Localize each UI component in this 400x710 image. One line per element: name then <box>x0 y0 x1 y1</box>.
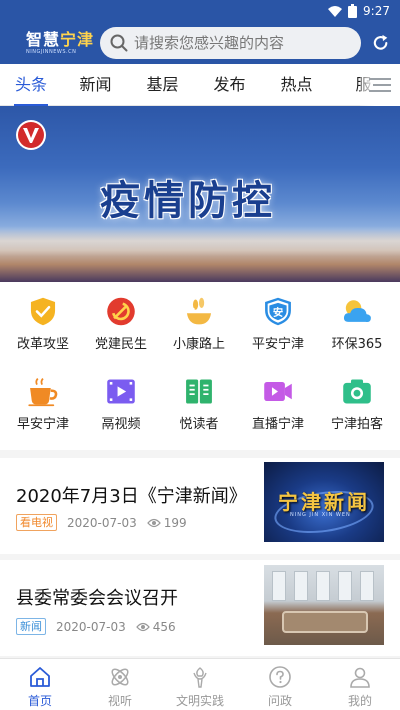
grid-item-label: 直播宁津 <box>251 417 304 432</box>
grid-item-label: 环保365 <box>331 337 383 352</box>
tab-grassroots[interactable]: 基层 <box>129 64 196 106</box>
grid-item-label: 改革攻坚 <box>16 337 69 352</box>
thumb-window <box>272 571 286 601</box>
party-emblem-icon <box>107 297 135 326</box>
video-camera-icon <box>264 382 292 401</box>
thumb-window <box>360 571 374 601</box>
thumb-subtitle: NING JIN XIN WEN <box>290 512 351 518</box>
grid-item-label: 平安宁津 <box>251 337 304 352</box>
news-views: 199 <box>146 515 187 530</box>
news-date: 2020-07-03 <box>67 515 137 530</box>
grid-item-reform[interactable]: 改革攻坚 <box>3 282 83 352</box>
safety-shield-icon: 安 <box>265 297 291 326</box>
hero-banner[interactable]: 疫情防控 <box>0 106 400 282</box>
svg-text:安: 安 <box>273 306 283 319</box>
tab-headlines[interactable]: 头条 <box>0 64 62 106</box>
grid-item-label: 党建民生 <box>94 337 147 352</box>
thumb-title: 宁津新闻 <box>278 490 370 514</box>
news-item[interactable]: 县委常委会会议召开 新闻 2020-07-03 456 <box>0 560 400 656</box>
grid-item-safety[interactable]: 安 平安宁津 <box>238 282 318 352</box>
wifi-icon <box>328 5 343 17</box>
news-meta: 看电视 2020-07-03 199 <box>16 514 187 531</box>
battery-icon <box>348 4 358 18</box>
grid-item-label: 早安宁津 <box>16 417 69 432</box>
grid-item-live[interactable]: 直播宁津 <box>238 362 318 432</box>
logo-subtitle: NINGJINNEWS.CN <box>26 49 77 55</box>
logo-text-a: 智慧 <box>26 30 61 49</box>
menu-icon <box>369 78 391 92</box>
wheat-bowl-icon <box>186 297 212 325</box>
tab-release[interactable]: 发布 <box>196 64 263 106</box>
question-icon <box>269 666 291 688</box>
news-view-count: 199 <box>163 515 187 530</box>
nav-label: 视听 <box>107 694 132 708</box>
grid-item-label: 宁津拍客 <box>330 417 383 432</box>
news-item[interactable]: 2020年7月3日《宁津新闻》 看电视 2020-07-03 199 宁津新闻 … <box>0 458 400 554</box>
grid-item-environment[interactable]: 环保365 <box>317 282 397 352</box>
grid-item-label: 鬲视频 <box>101 417 141 432</box>
nav-label: 文明实践 <box>175 694 224 708</box>
news-thumbnail: 宁津新闻 NING JIN XIN WEN <box>264 462 384 542</box>
logo-text-b: 宁津 <box>60 30 95 49</box>
grid-item-label: 悦读者 <box>179 417 219 432</box>
app-logo: 智慧宁津 NINGJINNEWS.CN <box>26 28 95 58</box>
tab-news[interactable]: 新闻 <box>62 64 129 106</box>
bottom-nav: 首页 视听 文明实践 问政 我的 <box>0 658 400 710</box>
nav-media[interactable]: 视听 <box>80 659 160 710</box>
user-icon <box>350 667 370 688</box>
thumb-window <box>316 571 330 601</box>
coffee-cup-icon <box>28 377 58 407</box>
search-icon <box>110 34 128 52</box>
news-meta: 新闻 2020-07-03 456 <box>16 618 176 635</box>
weather-icon <box>343 300 371 323</box>
banner-glow <box>0 226 400 256</box>
status-bar: 9:27 <box>0 0 400 22</box>
thumb-window <box>294 571 308 601</box>
nav-inquiry[interactable]: 问政 <box>240 659 320 710</box>
thumb-meeting-table <box>282 611 368 633</box>
camera-icon <box>343 379 371 404</box>
news-title: 2020年7月3日《宁津新闻》 <box>16 486 247 507</box>
nav-label: 我的 <box>347 694 372 708</box>
shield-check-icon <box>30 297 56 326</box>
feature-grid: 改革攻坚 党建民生 小康路上 安 平安宁津 环保365 早安宁津 鬲视频 悦读者… <box>0 282 400 450</box>
news-tag: 看电视 <box>16 514 57 531</box>
nav-label: 首页 <box>27 694 52 708</box>
search-input[interactable] <box>134 34 354 52</box>
nav-home[interactable]: 首页 <box>0 659 80 710</box>
grid-item-prosperity[interactable]: 小康路上 <box>159 282 239 352</box>
book-icon <box>186 379 212 404</box>
grid-item-video[interactable]: 鬲视频 <box>81 362 161 432</box>
home-icon <box>30 667 50 687</box>
news-thumbnail <box>264 565 384 645</box>
news-view-count: 456 <box>152 619 176 634</box>
nav-civilization[interactable]: 文明实践 <box>160 659 240 710</box>
grid-item-morning[interactable]: 早安宁津 <box>3 362 83 432</box>
nav-profile[interactable]: 我的 <box>320 659 400 710</box>
app-header: 智慧宁津 NINGJINNEWS.CN <box>0 22 400 64</box>
brand-badge-icon <box>16 120 46 150</box>
news-date: 2020-07-03 <box>56 619 126 634</box>
status-time: 9:27 <box>363 4 390 18</box>
grid-item-photo[interactable]: 宁津拍客 <box>317 362 397 432</box>
banner-title: 疫情防控 <box>100 177 276 224</box>
eye-icon <box>146 518 161 527</box>
video-film-icon <box>107 379 135 404</box>
tab-hotspot[interactable]: 热点 <box>263 64 330 106</box>
thumb-window <box>338 571 352 601</box>
search-bar[interactable] <box>100 27 361 59</box>
tab-menu-button[interactable] <box>360 64 400 106</box>
refresh-icon[interactable] <box>371 33 390 53</box>
atom-icon <box>111 668 129 686</box>
news-title: 县委常委会会议召开 <box>16 588 178 609</box>
torch-icon <box>193 667 207 688</box>
grid-item-label: 小康路上 <box>172 337 225 352</box>
category-tabs: 头条 新闻 基层 发布 热点 服 <box>0 64 400 106</box>
news-views: 456 <box>135 619 176 634</box>
news-tag: 新闻 <box>16 618 46 635</box>
nav-label: 问政 <box>267 694 292 708</box>
grid-item-party[interactable]: 党建民生 <box>81 282 161 352</box>
grid-item-reader[interactable]: 悦读者 <box>159 362 239 432</box>
eye-icon <box>135 622 150 631</box>
